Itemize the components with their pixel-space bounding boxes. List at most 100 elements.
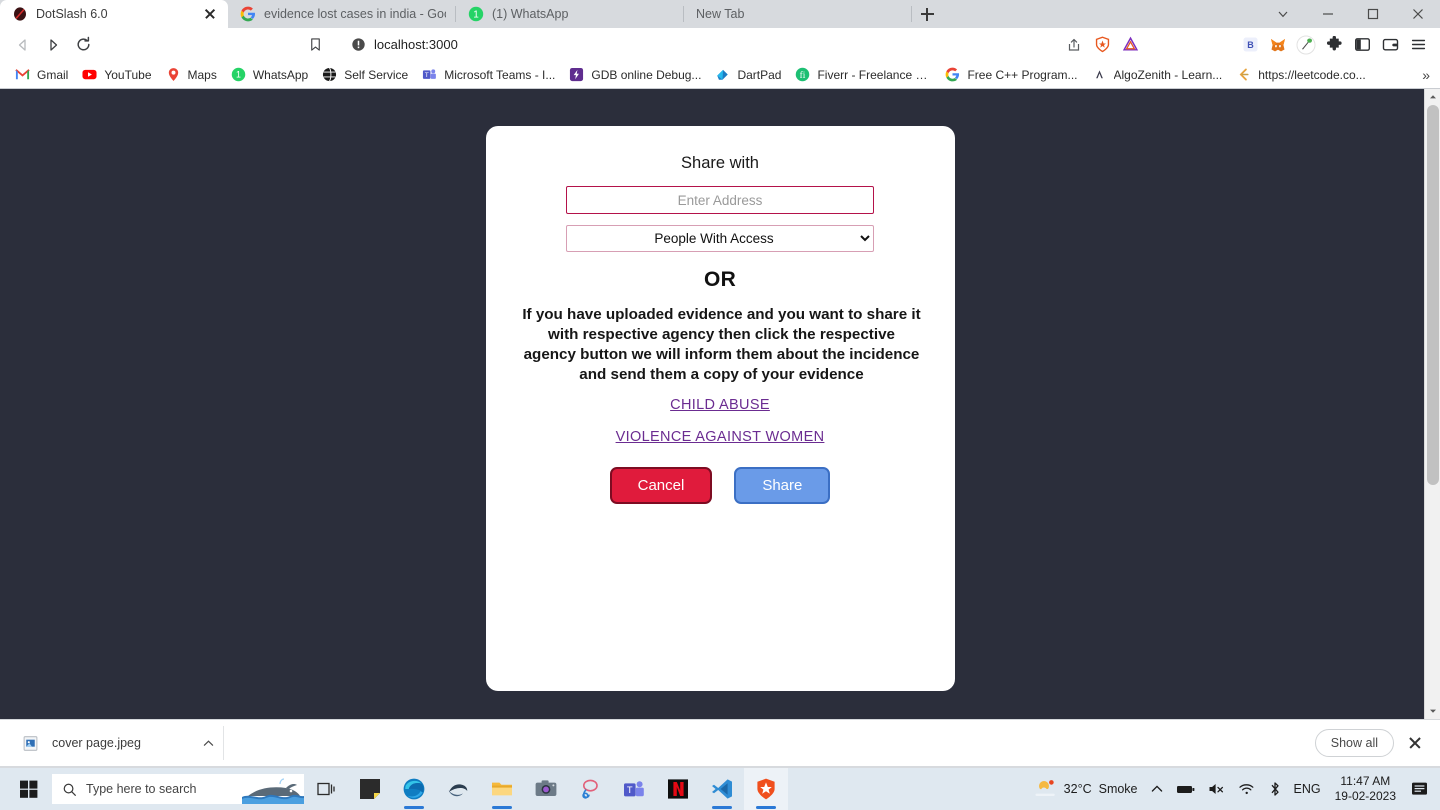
dotslash-icon bbox=[12, 6, 28, 22]
agency-link-child-abuse[interactable]: CHILD ABUSE bbox=[522, 397, 919, 413]
bookmark-youtube[interactable]: YouTube bbox=[75, 64, 158, 86]
microsoft-teams-icon[interactable]: T bbox=[612, 768, 656, 810]
not-secure-icon[interactable] bbox=[351, 37, 366, 52]
notifications-icon[interactable] bbox=[1404, 768, 1436, 810]
weather-widget[interactable]: 32°C Smoke bbox=[1027, 768, 1144, 810]
svg-text:T: T bbox=[425, 71, 429, 78]
b-extension-icon[interactable]: B bbox=[1236, 32, 1264, 58]
sticky-notes-icon[interactable] bbox=[348, 768, 392, 810]
svg-text:B: B bbox=[1247, 40, 1254, 50]
windows-taskbar: Type here to search T 32°C Smoke ENG 11:… bbox=[0, 768, 1440, 810]
brave-shields-icon[interactable] bbox=[1088, 32, 1116, 58]
minimize-button[interactable] bbox=[1305, 0, 1350, 28]
new-tab-button[interactable] bbox=[912, 0, 942, 28]
clock-date: 19-02-2023 bbox=[1334, 789, 1396, 803]
puzzle-extensions-icon[interactable] bbox=[1320, 32, 1348, 58]
bookmark-icon[interactable] bbox=[308, 37, 323, 52]
address-bar[interactable]: localhost:3000 bbox=[100, 31, 1054, 58]
search-input[interactable]: Type here to search bbox=[52, 774, 304, 804]
bookmark-microsoft-teams[interactable]: T Microsoft Teams - I... bbox=[415, 64, 562, 86]
weather-temperature: 32°C bbox=[1063, 782, 1092, 796]
search-icon bbox=[62, 782, 77, 797]
share-icon[interactable] bbox=[1060, 32, 1088, 58]
tab-new-tab[interactable]: New Tab bbox=[684, 0, 912, 28]
tab-strip: DotSlash 6.0 evidence lost cases in indi… bbox=[0, 0, 1440, 28]
chevron-up-icon[interactable] bbox=[202, 737, 215, 750]
maximize-button[interactable] bbox=[1350, 0, 1395, 28]
paint-icon[interactable] bbox=[568, 768, 612, 810]
sidebar-icon[interactable] bbox=[1348, 32, 1376, 58]
tab-title: New Tab bbox=[696, 7, 745, 21]
bookmark-leetcode[interactable]: https://leetcode.co... bbox=[1229, 64, 1372, 86]
tab-title: evidence lost cases in india - Google S bbox=[264, 7, 446, 21]
whatsapp-icon: 1 bbox=[468, 6, 484, 22]
bookmark-gmail[interactable]: Gmail bbox=[8, 64, 75, 86]
volume-muted-icon[interactable] bbox=[1202, 768, 1232, 810]
share-modal: Share with People With Access OR If you … bbox=[485, 126, 955, 691]
leetcode-icon bbox=[1236, 67, 1252, 83]
clock[interactable]: 11:47 AM 19-02-2023 bbox=[1327, 774, 1404, 804]
reload-icon[interactable] bbox=[68, 31, 98, 59]
show-all-button[interactable]: Show all bbox=[1314, 729, 1394, 757]
start-icon[interactable] bbox=[6, 768, 52, 810]
file-explorer-icon[interactable] bbox=[480, 768, 524, 810]
bookmark-fiverr[interactable]: fi Fiverr - Freelance S... bbox=[788, 64, 938, 86]
bookmarks-overflow-button[interactable]: » bbox=[1418, 65, 1434, 85]
modal-actions: Cancel Share bbox=[522, 467, 919, 504]
wallet-icon[interactable] bbox=[1376, 32, 1404, 58]
svg-text:fi: fi bbox=[800, 69, 806, 80]
bookmark-algozenith[interactable]: AlgoZenith - Learn... bbox=[1085, 64, 1230, 86]
close-button[interactable] bbox=[1395, 0, 1440, 28]
people-with-access-select[interactable]: People With Access bbox=[566, 225, 874, 252]
camera-icon[interactable] bbox=[524, 768, 568, 810]
bookmark-label: WhatsApp bbox=[252, 67, 309, 82]
tab-google-search[interactable]: evidence lost cases in india - Google S bbox=[228, 0, 456, 28]
tab-dotslash[interactable]: DotSlash 6.0 bbox=[0, 0, 228, 28]
bluetooth-icon[interactable] bbox=[1262, 768, 1288, 810]
bookmark-label: YouTube bbox=[104, 67, 152, 82]
image-file-icon bbox=[22, 735, 38, 751]
bookmark-dartpad[interactable]: DartPad bbox=[708, 64, 788, 86]
scrollbar-thumb[interactable] bbox=[1427, 105, 1439, 485]
netflix-icon[interactable] bbox=[656, 768, 700, 810]
bookmark-free-cpp-programming[interactable]: Free C++ Program... bbox=[938, 64, 1084, 86]
wifi-icon[interactable] bbox=[1232, 768, 1262, 810]
page-scrollbar[interactable] bbox=[1424, 89, 1440, 719]
language-indicator[interactable]: ENG bbox=[1288, 768, 1327, 810]
bookmark-self-service[interactable]: Self Service bbox=[315, 64, 415, 86]
download-item[interactable]: cover page.jpeg bbox=[14, 726, 224, 760]
menu-hamburger-icon[interactable] bbox=[1404, 32, 1432, 58]
bookmark-label: Self Service bbox=[344, 67, 409, 82]
battery-icon[interactable] bbox=[1170, 768, 1202, 810]
task-view-icon[interactable] bbox=[304, 768, 348, 810]
mouse-extension-icon[interactable] bbox=[1292, 32, 1320, 58]
cancel-button[interactable]: Cancel bbox=[609, 467, 713, 504]
page-viewport: Share with People With Access OR If you … bbox=[0, 88, 1440, 719]
forward-arrow-icon[interactable] bbox=[38, 31, 68, 59]
download-file-name: cover page.jpeg bbox=[52, 736, 141, 750]
bookmark-gdb-online-debugger[interactable]: GDB online Debug... bbox=[562, 64, 708, 86]
tab-whatsapp[interactable]: 1 (1) WhatsApp bbox=[456, 0, 684, 28]
tab-search-chevron-icon[interactable] bbox=[1260, 0, 1305, 28]
scroll-down-arrow-icon[interactable] bbox=[1425, 703, 1440, 719]
photos-viewer-icon[interactable] bbox=[436, 768, 480, 810]
microsoft-edge-icon[interactable] bbox=[392, 768, 436, 810]
brave-rewards-icon[interactable] bbox=[1116, 32, 1144, 58]
metamask-fox-icon[interactable] bbox=[1264, 32, 1292, 58]
brave-browser-icon[interactable] bbox=[744, 768, 788, 810]
tray-overflow-button[interactable] bbox=[1144, 768, 1170, 810]
bookmark-whatsapp[interactable]: 1 WhatsApp bbox=[224, 64, 315, 86]
agency-link-violence-against-women[interactable]: VIOLENCE AGAINST WOMEN bbox=[522, 429, 919, 445]
svg-text:1: 1 bbox=[236, 69, 241, 79]
vs-code-icon[interactable] bbox=[700, 768, 744, 810]
scroll-up-arrow-icon[interactable] bbox=[1425, 89, 1440, 105]
close-icon[interactable] bbox=[1404, 732, 1426, 754]
bookmark-maps[interactable]: Maps bbox=[159, 64, 224, 86]
share-button[interactable]: Share bbox=[734, 467, 831, 504]
back-arrow-icon[interactable] bbox=[8, 31, 38, 59]
google-icon bbox=[240, 6, 256, 22]
bookmark-label: Free C++ Program... bbox=[967, 67, 1078, 82]
close-icon[interactable] bbox=[202, 6, 218, 22]
address-input[interactable] bbox=[566, 186, 874, 214]
page-title: Share with bbox=[681, 154, 759, 172]
